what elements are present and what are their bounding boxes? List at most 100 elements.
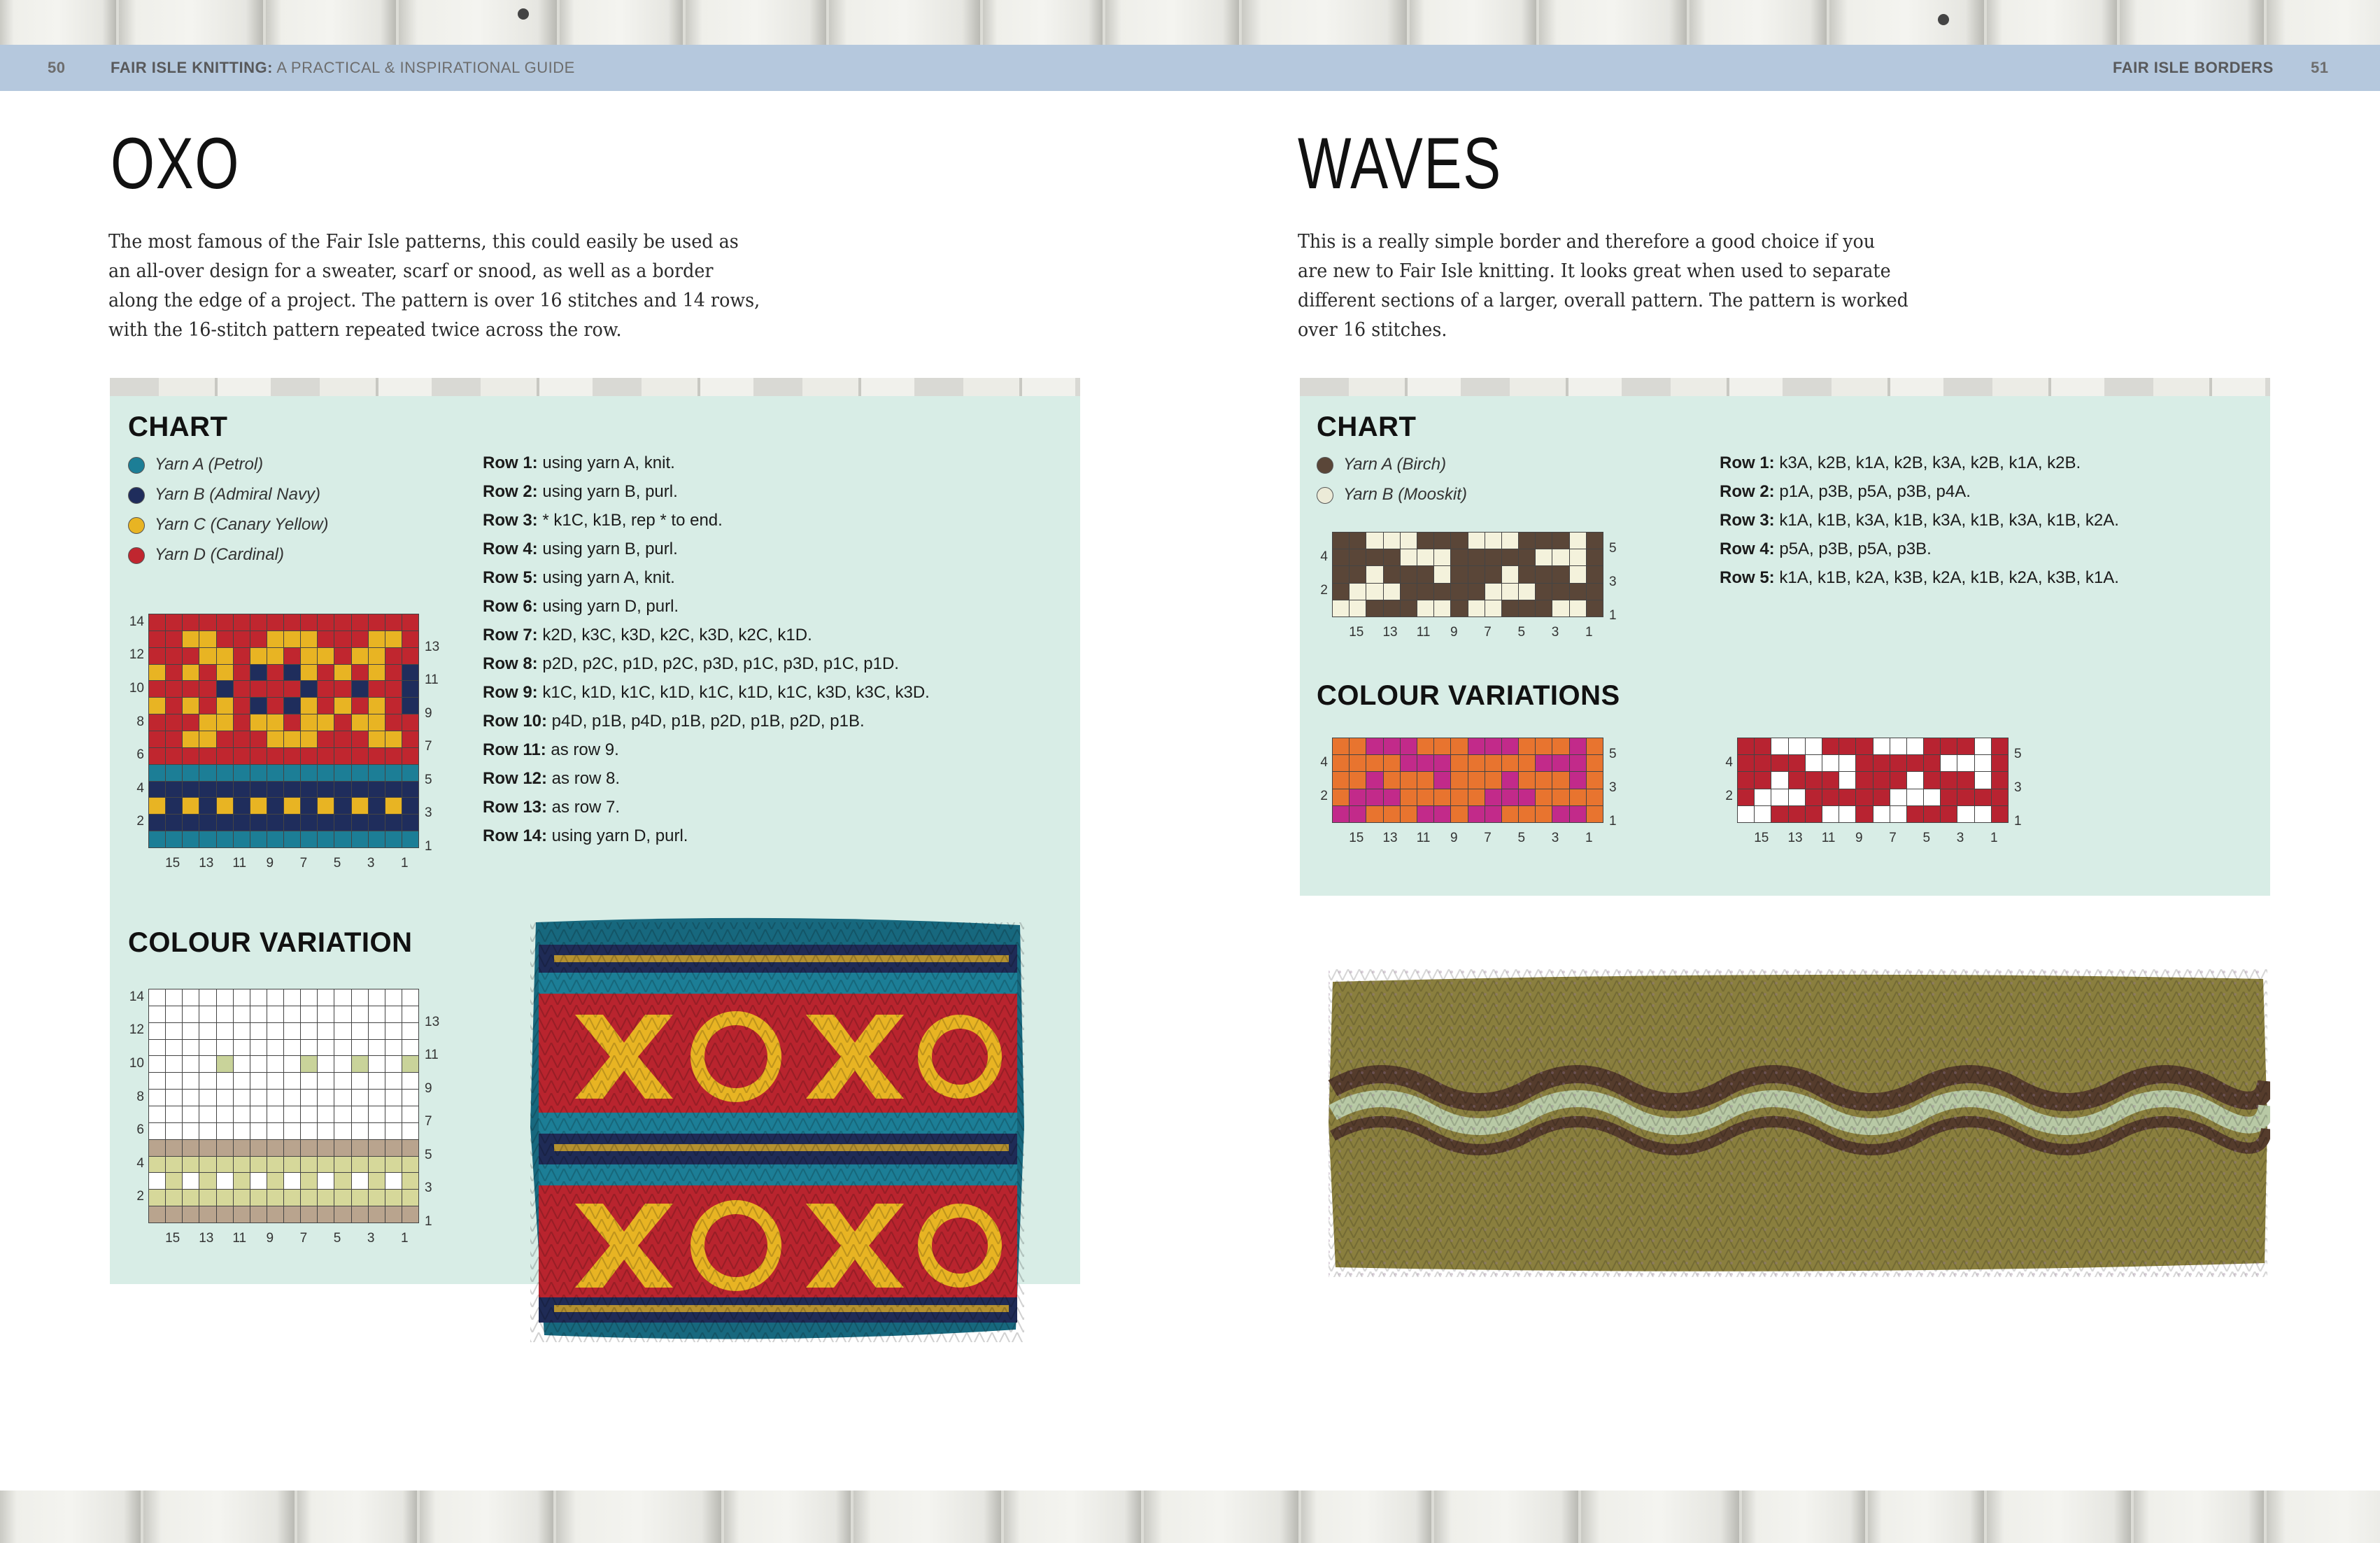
wood-plank — [1742, 1491, 1865, 1543]
chart-stitch-cell — [216, 630, 233, 647]
chart-stitch-cell — [216, 647, 233, 664]
chart-stitch-cell — [1941, 738, 1957, 755]
chart-stitch-cell — [402, 1206, 418, 1223]
oxo-knitted-swatch-photo — [530, 917, 1024, 1342]
chart-stitch-cell — [233, 1106, 250, 1122]
chart-stitch-cell — [1771, 772, 1788, 789]
chart-stitch-cell — [1451, 533, 1468, 549]
stitch-number-tick: 9 — [266, 1231, 274, 1246]
chart-stitch-cell — [318, 989, 334, 1006]
chart-stitch-cell — [301, 698, 318, 714]
chart-stitch-cell — [1738, 772, 1755, 789]
chart-stitch-cell — [1468, 566, 1485, 583]
chart-stitch-cell — [402, 764, 418, 781]
chart-stitch-cell — [334, 1190, 351, 1206]
chart-stitch-cell — [1941, 755, 1957, 772]
chart-stitch-cell — [301, 1139, 318, 1156]
row-instruction: Row 4: using yarn B, purl. — [483, 540, 678, 558]
chart-stitch-cell — [1873, 772, 1890, 789]
chart-stitch-cell — [1417, 533, 1434, 549]
chart-stitch-cell — [368, 1039, 385, 1056]
right-page-number: 51 — [2311, 59, 2329, 76]
row-number-tick: 2 — [136, 814, 144, 829]
chart-stitch-cell — [166, 630, 183, 647]
chart-stitch-cell — [250, 630, 267, 647]
row-number-tick: 1 — [1609, 814, 1617, 829]
chart-stitch-cell — [216, 1173, 233, 1190]
row-number-tick: 11 — [425, 672, 439, 688]
chart-stitch-cell — [284, 1056, 301, 1073]
chart-stitch-cell — [1451, 789, 1468, 805]
waves-intro: This is a really simple border and there… — [1298, 227, 1908, 345]
row-number-tick: 14 — [129, 989, 144, 1004]
chart-stitch-cell — [149, 681, 166, 698]
chart-stitch-cell — [301, 664, 318, 681]
chart-stitch-cell — [166, 798, 183, 815]
chart-stitch-cell — [301, 989, 318, 1006]
chart-stitch-cell — [301, 1073, 318, 1090]
chart-stitch-cell — [1501, 583, 1519, 600]
chart-stitch-cell — [402, 1122, 418, 1139]
chart-stitch-cell — [284, 731, 301, 747]
chart-stitch-cell — [385, 1022, 402, 1039]
chart-stitch-cell — [318, 781, 334, 798]
chart-stitch-cell — [1552, 549, 1569, 566]
chart-stitch-cell — [318, 698, 334, 714]
chart-stitch-cell — [1501, 600, 1519, 617]
chart-stitch-cell — [1805, 772, 1822, 789]
chart-stitch-cell — [267, 647, 283, 664]
chart-stitch-cell — [233, 989, 250, 1006]
chart-stitch-cell — [402, 1139, 418, 1156]
chart-stitch-cell — [1771, 789, 1788, 805]
row-instruction: Row 1: k3A, k2B, k1A, k2B, k3A, k2B, k1A… — [1720, 453, 2081, 472]
chart-stitch-cell — [351, 1056, 368, 1073]
chart-stitch-cell — [216, 1206, 233, 1223]
chart-stitch-cell — [284, 698, 301, 714]
chart-stitch-cell — [183, 1206, 199, 1223]
chart-stitch-cell — [334, 647, 351, 664]
chart-stitch-cell — [233, 714, 250, 731]
chart-stitch-cell — [1586, 600, 1603, 617]
chart-stitch-cell — [233, 831, 250, 847]
wood-plank — [297, 1491, 417, 1543]
chart-stitch-cell — [385, 1090, 402, 1106]
chart-stitch-cell — [233, 781, 250, 798]
chart-stitch-cell — [250, 681, 267, 698]
chart-stitch-cell — [149, 698, 166, 714]
chart-stitch-cell — [1569, 755, 1586, 772]
chart-stitch-cell — [1873, 738, 1890, 755]
chart-stitch-cell — [368, 1090, 385, 1106]
chart-stitch-cell — [284, 614, 301, 630]
chart-stitch-cell — [1924, 772, 1941, 789]
chart-stitch-cell — [1839, 738, 1856, 755]
chart-stitch-cell — [1519, 772, 1536, 789]
row-instruction: Row 13: as row 7. — [483, 798, 621, 817]
chart-stitch-cell — [1755, 738, 1771, 755]
chart-stitch-cell — [368, 698, 385, 714]
chart-stitch-cell — [149, 1173, 166, 1190]
chart-stitch-cell — [250, 698, 267, 714]
row-number-tick: 9 — [425, 1080, 432, 1096]
stitch-number-tick: 1 — [400, 1231, 409, 1246]
chart-stitch-cell — [301, 1022, 318, 1039]
chart-stitch-cell — [368, 1056, 385, 1073]
chart-stitch-cell — [1586, 789, 1603, 805]
chart-stitch-cell — [149, 798, 166, 815]
stitch-number-tick: 1 — [1585, 625, 1593, 640]
chart-stitch-cell — [301, 1156, 318, 1173]
chart-stitch-cell — [301, 1006, 318, 1022]
chart-stitch-cell — [334, 798, 351, 815]
chart-stitch-cell — [149, 731, 166, 747]
chart-stitch-cell — [402, 747, 418, 764]
stitch-number-tick: 5 — [333, 1231, 341, 1246]
swatch-dot — [128, 516, 145, 534]
chart-stitch-cell — [318, 714, 334, 731]
chart-stitch-cell — [1501, 805, 1519, 822]
chart-stitch-cell — [284, 1090, 301, 1106]
chart-stitch-cell — [250, 1090, 267, 1106]
chart-stitch-cell — [250, 1173, 267, 1190]
chart-stitch-cell — [334, 681, 351, 698]
stitch-number-tick: 1 — [1585, 831, 1593, 845]
chart-stitch-cell — [284, 831, 301, 847]
chart-stitch-cell — [1536, 600, 1552, 617]
